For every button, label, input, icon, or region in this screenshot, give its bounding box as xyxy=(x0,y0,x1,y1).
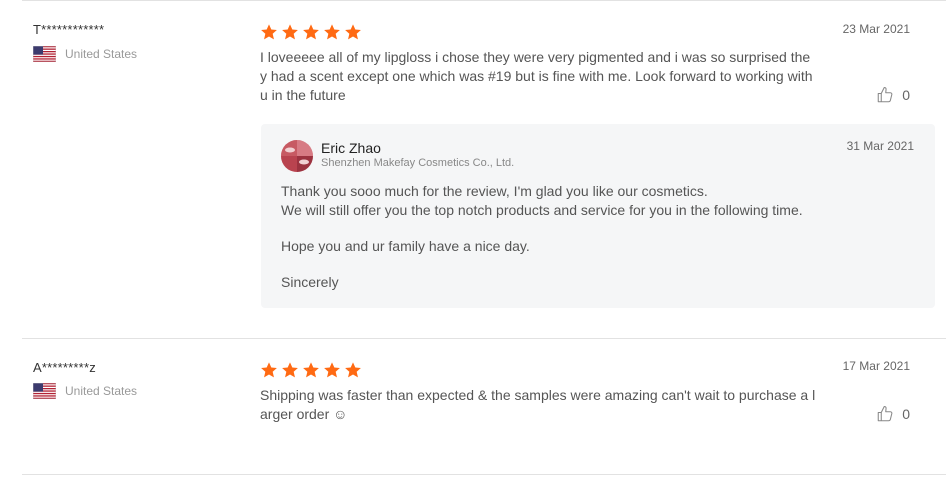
review-separator xyxy=(22,474,946,475)
reviewer-name: A*********z xyxy=(33,360,96,375)
reviewer-name: T************ xyxy=(33,22,105,37)
reviewer-country: United States xyxy=(33,383,137,399)
star-icon xyxy=(282,24,298,40)
seller-name: Eric Zhao xyxy=(321,140,381,156)
star-icon xyxy=(345,362,361,378)
star-icon xyxy=(303,24,319,40)
country-label: United States xyxy=(65,47,138,61)
star-icon xyxy=(282,362,298,378)
seller-avatar xyxy=(281,140,313,172)
reply-line: Thank you sooo much for the review, I'm … xyxy=(281,183,708,199)
reviewer-country: United States xyxy=(33,46,137,62)
review-text: I loveeeee all of my lipgloss i chose th… xyxy=(260,49,813,103)
reply-line: We will still offer you the top notch pr… xyxy=(281,202,803,218)
star-icon xyxy=(303,362,319,378)
review-item: A*********z United States 17 Mar 2021 Sh… xyxy=(0,338,952,474)
us-flag-icon xyxy=(33,46,56,62)
reply-line: Sincerely xyxy=(281,274,339,290)
star-icon xyxy=(261,24,277,40)
helpful-button[interactable]: 0 xyxy=(876,86,910,104)
star-icon xyxy=(261,362,277,378)
helpful-button[interactable]: 0 xyxy=(876,405,910,423)
seller-company: Shenzhen Makefay Cosmetics Co., Ltd. xyxy=(321,157,515,169)
reply-date: 31 Mar 2021 xyxy=(846,139,914,153)
helpful-count: 0 xyxy=(902,406,910,422)
thumbs-up-icon[interactable] xyxy=(876,86,894,104)
country-label: United States xyxy=(65,384,138,398)
seller-reply: Eric Zhao Shenzhen Makefay Cosmetics Co.… xyxy=(261,124,935,308)
thumbs-up-icon[interactable] xyxy=(876,405,894,423)
lipstick-product-image xyxy=(281,140,313,172)
review-item: T************ United States 23 Mar 2021 … xyxy=(0,0,952,338)
rating-stars xyxy=(260,361,362,379)
us-flag-icon xyxy=(33,383,56,399)
review-date: 23 Mar 2021 xyxy=(842,22,910,36)
rating-stars xyxy=(260,23,362,41)
helpful-count: 0 xyxy=(902,87,910,103)
review-text: Shipping was faster than expected & the … xyxy=(260,387,816,422)
review-date: 17 Mar 2021 xyxy=(842,359,910,373)
reply-line: Hope you and ur family have a nice day. xyxy=(281,238,530,254)
star-icon xyxy=(345,24,361,40)
star-icon xyxy=(324,362,340,378)
star-icon xyxy=(324,24,340,40)
